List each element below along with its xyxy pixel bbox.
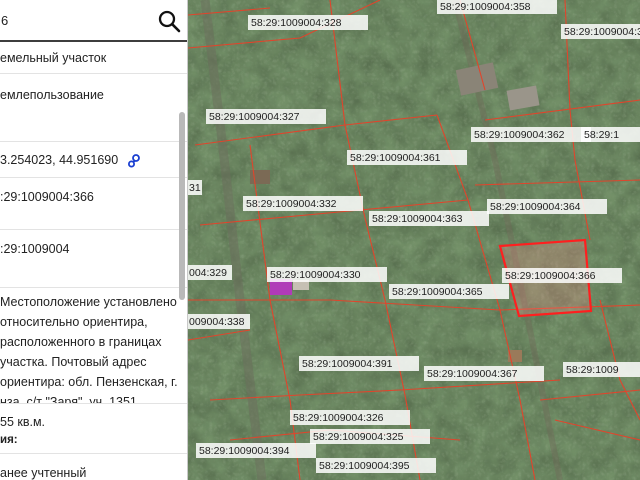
search-bar[interactable]: 6	[0, 0, 187, 42]
parcel-label[interactable]: 58:29:1009004:365	[389, 284, 509, 299]
coords-row: 3.254023, 44.951690	[0, 153, 141, 168]
parcel-label[interactable]: 58:29:1009	[563, 362, 640, 377]
search-input[interactable]: 6	[1, 13, 8, 28]
parcel-label[interactable]: 58:29:1009004:367	[424, 366, 544, 381]
search-icon[interactable]	[157, 9, 181, 33]
svg-text:58:29:1009004:365: 58:29:1009004:365	[392, 286, 483, 298]
parcel-info-panel: 6 емельный участок емлепользование 3.254…	[0, 0, 188, 480]
location-line: Местоположение установлено	[0, 295, 177, 309]
parcel-label[interactable]: 58:29:1009004:358	[437, 0, 557, 14]
svg-text:58:29:1009004:364: 58:29:1009004:364	[490, 201, 581, 213]
location-pin-icon[interactable]	[127, 153, 141, 168]
area-section: 55 кв.м. ия:	[0, 404, 187, 454]
parcel-label[interactable]: 58:29:1009004:363	[369, 211, 489, 226]
coords-value: 3.254023, 44.951690	[0, 153, 119, 167]
parcel-label[interactable]: 58:29:1009004:359	[561, 24, 640, 39]
parcel-label[interactable]: 58:29:1009004:395	[316, 458, 436, 473]
svg-text:31: 31	[189, 182, 201, 194]
parcel-label[interactable]: 58:29:1009004:325	[310, 429, 430, 444]
usage-value: емлепользование	[0, 88, 104, 102]
svg-text:004:329: 004:329	[189, 267, 227, 279]
svg-text:58:29:1009004:327: 58:29:1009004:327	[209, 111, 300, 123]
svg-text:58:29:1009004:328: 58:29:1009004:328	[251, 17, 342, 29]
svg-text:58:29:1009004:367: 58:29:1009004:367	[427, 368, 518, 380]
quarter-section: :29:1009004	[0, 230, 187, 288]
svg-text:58:29:1009004:332: 58:29:1009004:332	[246, 198, 337, 210]
location-line: расположенного в границах	[0, 335, 162, 349]
quarter-value: :29:1009004	[0, 242, 70, 256]
parcel-label[interactable]: 009004:338	[188, 314, 250, 329]
parcel-label[interactable]: 58:29:1009004:328	[248, 15, 368, 30]
svg-text:58:29:1009004:363: 58:29:1009004:363	[372, 213, 463, 225]
parcel-label[interactable]: 58:29:1009004:362	[471, 127, 591, 142]
cadastral-number-section: :29:1009004:366	[0, 178, 187, 230]
svg-text:58:29:1009: 58:29:1009	[566, 364, 619, 376]
parcel-label[interactable]: 58:29:1009004:326	[290, 410, 410, 425]
location-line: нза, с/т "Заря", уч. 1351.	[0, 395, 141, 404]
svg-text:58:29:1009004:391: 58:29:1009004:391	[302, 358, 393, 370]
land-type-value: емельный участок	[0, 51, 107, 65]
parcel-label[interactable]: 58:29:1009004:361	[347, 150, 467, 165]
location-section: Местоположение установлено относительно …	[0, 288, 187, 404]
svg-text:58:29:1009004:362: 58:29:1009004:362	[474, 129, 565, 141]
parcel-label[interactable]: 58:29:1009004:366	[502, 268, 622, 283]
svg-text:58:29:1009004:394: 58:29:1009004:394	[199, 445, 290, 457]
status-section: анее учтенный	[0, 454, 187, 480]
svg-text:58:29:1009004:358: 58:29:1009004:358	[440, 1, 531, 13]
svg-text:58:29:1: 58:29:1	[584, 129, 619, 141]
cadastral-number-value: :29:1009004:366	[0, 190, 94, 204]
parcel-label[interactable]: 58:29:1009004:332	[243, 196, 363, 211]
coords-section: 3.254023, 44.951690	[0, 142, 187, 178]
usage-section: емлепользование	[0, 74, 187, 142]
location-line: ориентира: обл. Пензенская, г.	[0, 375, 178, 389]
svg-text:58:29:1009004:361: 58:29:1009004:361	[350, 152, 441, 164]
area-label-tail: ия:	[0, 434, 18, 446]
location-line: относительно ориентира,	[0, 315, 148, 329]
svg-text:58:29:1009004:325: 58:29:1009004:325	[313, 431, 404, 443]
parcel-label[interactable]: 58:29:1	[581, 127, 640, 142]
svg-text:58:29:1009004:326: 58:29:1009004:326	[293, 412, 384, 424]
parcel-label[interactable]: 58:29:1009004:327	[206, 109, 326, 124]
svg-text:58:29:1009004:395: 58:29:1009004:395	[319, 460, 410, 472]
parcel-label[interactable]: 58:29:1009004:391	[299, 356, 419, 371]
location-line: участка. Почтовый адрес	[0, 355, 147, 369]
svg-text:58:29:1009004:330: 58:29:1009004:330	[270, 269, 361, 281]
parcel-label[interactable]: 58:29:1009004:364	[487, 199, 607, 214]
status-value: анее учтенный	[0, 466, 87, 480]
svg-text:58:29:1009004:366: 58:29:1009004:366	[505, 270, 596, 282]
parcel-label[interactable]: 31	[188, 180, 202, 195]
panel-scrollbar[interactable]	[179, 112, 185, 300]
land-type-section: емельный участок	[0, 42, 187, 74]
svg-text:009004:338: 009004:338	[189, 316, 245, 328]
parcel-label[interactable]: 58:29:1009004:394	[196, 443, 316, 458]
parcel-label[interactable]: 004:329	[188, 265, 232, 280]
area-value: 55 кв.м.	[0, 415, 46, 429]
svg-text:58:29:1009004:359: 58:29:1009004:359	[564, 26, 640, 38]
parcel-label[interactable]: 58:29:1009004:330	[267, 267, 387, 282]
